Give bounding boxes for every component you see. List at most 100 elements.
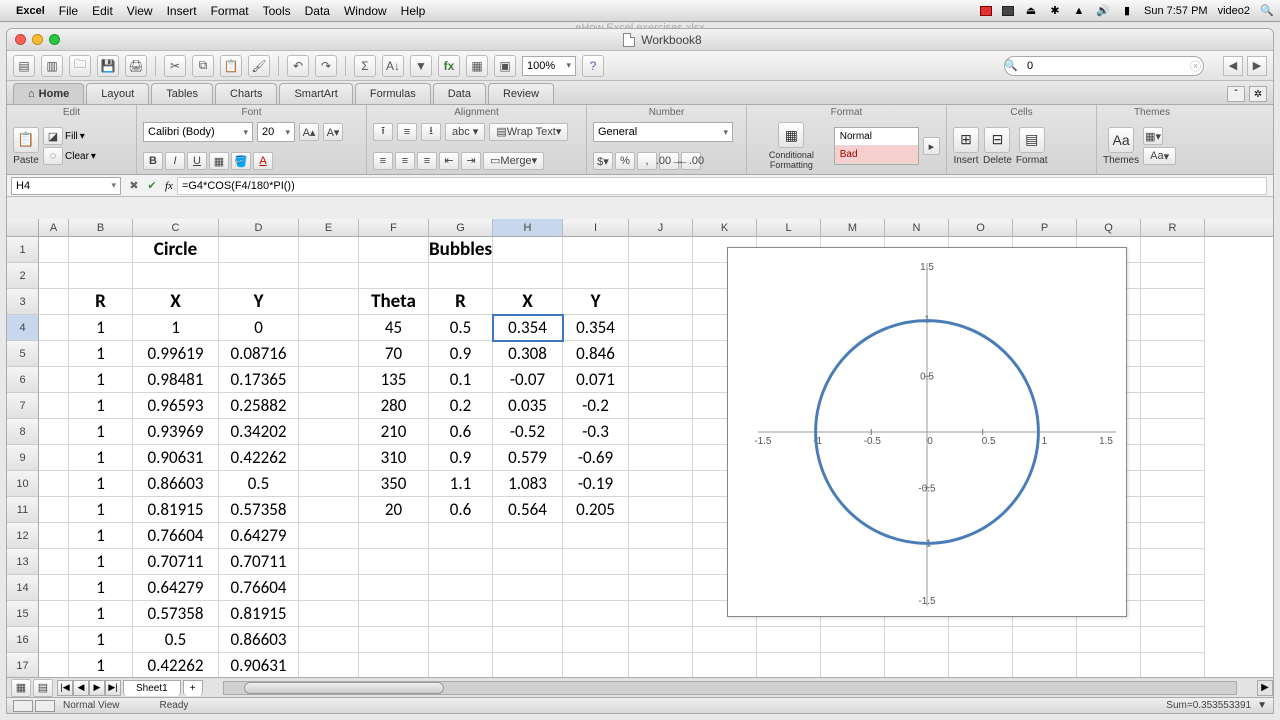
close-icon[interactable] — [15, 34, 26, 45]
help-button[interactable]: ? — [582, 55, 604, 77]
app-name[interactable]: Excel — [16, 5, 45, 17]
cell[interactable] — [39, 523, 69, 549]
cell[interactable]: 0.5 — [429, 315, 493, 341]
borders-button[interactable]: ▦ — [209, 152, 229, 170]
currency-button[interactable]: $▾ — [593, 152, 613, 170]
cell[interactable]: 0.25882 — [219, 393, 299, 419]
cell[interactable] — [219, 237, 299, 263]
cell[interactable]: 1 — [69, 497, 133, 523]
wifi-bars-icon[interactable]: ▲ — [1072, 5, 1086, 17]
cell[interactable]: 0.70711 — [133, 549, 219, 575]
styles-more-button[interactable]: ▸ — [923, 137, 940, 155]
cell[interactable] — [39, 289, 69, 315]
col-head-R[interactable]: R — [1141, 219, 1205, 236]
fill-color-button[interactable]: 🪣 — [231, 152, 251, 170]
cell[interactable] — [299, 471, 359, 497]
menu-tools[interactable]: Tools — [263, 4, 291, 18]
cell[interactable]: -0.52 — [493, 419, 563, 445]
cell[interactable] — [429, 601, 493, 627]
paste-button[interactable]: 📋 — [220, 55, 242, 77]
cell-styles-gallery[interactable]: Normal Bad — [834, 127, 919, 165]
menu-help[interactable]: Help — [401, 4, 426, 18]
tab-formulas[interactable]: Formulas — [355, 83, 431, 104]
cell[interactable]: 0.57358 — [219, 497, 299, 523]
cell[interactable] — [563, 601, 629, 627]
clear-search-icon[interactable]: ⓧ — [1190, 58, 1201, 74]
h-scrollbar[interactable] — [223, 681, 1237, 695]
cell[interactable] — [563, 627, 629, 653]
name-box[interactable]: H4 — [11, 177, 121, 195]
select-all-corner[interactable] — [7, 219, 39, 236]
redo-button[interactable]: ↷ — [315, 55, 337, 77]
menu-window[interactable]: Window — [344, 4, 387, 18]
cell[interactable] — [885, 627, 949, 653]
col-head-Q[interactable]: Q — [1077, 219, 1141, 236]
cell[interactable]: Theta — [359, 289, 429, 315]
col-head-K[interactable]: K — [693, 219, 757, 236]
cell[interactable] — [1141, 601, 1205, 627]
cell[interactable]: 0.9 — [429, 445, 493, 471]
row-head-13[interactable]: 13 — [7, 549, 39, 575]
cell[interactable] — [429, 549, 493, 575]
indent-inc-button[interactable]: ⇥ — [461, 152, 481, 170]
search-prev-button[interactable]: ◀ — [1223, 56, 1243, 76]
cell[interactable]: 45 — [359, 315, 429, 341]
cell[interactable] — [39, 341, 69, 367]
cell[interactable]: 0.93969 — [133, 419, 219, 445]
col-head-B[interactable]: B — [69, 219, 133, 236]
comma-button[interactable]: , — [637, 152, 657, 170]
cell[interactable] — [493, 575, 563, 601]
view-page-button[interactable]: ▤ — [33, 679, 53, 697]
cell[interactable]: 0.90631 — [133, 445, 219, 471]
sheet-tab-1[interactable]: Sheet1 — [123, 680, 181, 696]
cell[interactable]: R — [69, 289, 133, 315]
bold-button[interactable]: B — [143, 152, 163, 170]
tab-review[interactable]: Review — [488, 83, 554, 104]
cell[interactable]: 0.035 — [493, 393, 563, 419]
cell[interactable] — [299, 263, 359, 289]
row-head-12[interactable]: 12 — [7, 523, 39, 549]
gallery-button[interactable]: ▣ — [494, 55, 516, 77]
cell[interactable] — [493, 653, 563, 677]
cell[interactable] — [39, 627, 69, 653]
cell[interactable]: -0.69 — [563, 445, 629, 471]
row-head-8[interactable]: 8 — [7, 419, 39, 445]
fx-icon[interactable]: fx — [165, 180, 173, 192]
grow-font-button[interactable]: A▴ — [299, 123, 319, 141]
row-head-9[interactable]: 9 — [7, 445, 39, 471]
col-head-F[interactable]: F — [359, 219, 429, 236]
status-view-a[interactable] — [13, 700, 33, 712]
cell[interactable] — [299, 549, 359, 575]
cell[interactable]: 135 — [359, 367, 429, 393]
volume-icon[interactable]: 🔊 — [1096, 4, 1110, 17]
col-head-G[interactable]: G — [429, 219, 493, 236]
cell[interactable]: 210 — [359, 419, 429, 445]
cell[interactable]: 280 — [359, 393, 429, 419]
ribbon-settings-button[interactable]: ✲ — [1249, 86, 1267, 102]
cell[interactable] — [39, 393, 69, 419]
cell[interactable]: 0.42262 — [133, 653, 219, 677]
new-doc-button[interactable]: ▤ — [13, 55, 35, 77]
cell[interactable] — [39, 263, 69, 289]
cell[interactable] — [299, 601, 359, 627]
cell[interactable]: 1 — [69, 627, 133, 653]
cell[interactable]: 1 — [69, 419, 133, 445]
sort-button[interactable]: A↓ — [382, 55, 404, 77]
cell[interactable]: 0.354 — [563, 315, 629, 341]
tab-smartart[interactable]: SmartArt — [279, 83, 352, 104]
cell[interactable] — [493, 601, 563, 627]
cell[interactable] — [1141, 445, 1205, 471]
cell[interactable] — [493, 627, 563, 653]
cell[interactable]: 1 — [69, 653, 133, 677]
row-head-2[interactable]: 2 — [7, 263, 39, 289]
cell[interactable] — [629, 627, 693, 653]
search-input[interactable] — [1004, 56, 1204, 76]
cell[interactable] — [629, 237, 693, 263]
cell[interactable]: -0.07 — [493, 367, 563, 393]
cell[interactable]: 350 — [359, 471, 429, 497]
titlebar[interactable]: Workbook8 — [7, 29, 1273, 51]
cut-button[interactable]: ✂ — [164, 55, 186, 77]
cell[interactable] — [629, 523, 693, 549]
cell[interactable] — [39, 315, 69, 341]
cell[interactable] — [39, 653, 69, 677]
